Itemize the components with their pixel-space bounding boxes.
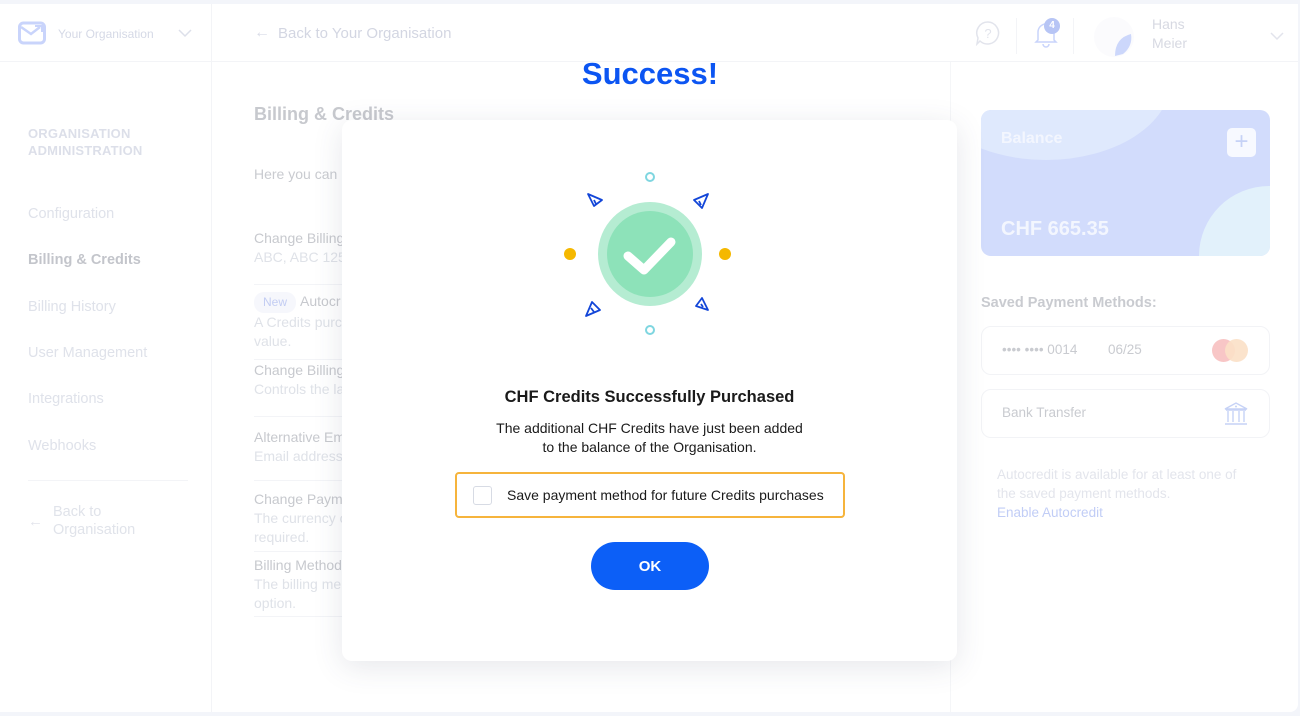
setting-title: Autocr bbox=[300, 293, 341, 309]
avatar[interactable] bbox=[1093, 16, 1135, 58]
balance-amount: CHF 665.35 bbox=[1001, 218, 1109, 240]
save-payment-method-option[interactable]: Save payment method for future Credits p… bbox=[455, 472, 845, 518]
sidebar-item-billing-credits[interactable]: Billing & Credits bbox=[28, 252, 141, 268]
arrow-left-icon: ← bbox=[28, 512, 43, 530]
sidebar-back-line: Back to bbox=[53, 504, 102, 520]
notification-badge: 4 bbox=[1044, 18, 1060, 34]
user-first-name[interactable]: Hans bbox=[1152, 16, 1185, 32]
help-icon[interactable]: ? bbox=[975, 20, 1001, 46]
success-check-illustration bbox=[564, 172, 731, 335]
decor-dot bbox=[564, 248, 576, 260]
paper-plane-icon bbox=[695, 297, 709, 311]
paper-plane-icon bbox=[587, 193, 603, 207]
autocredit-info: Autocredit is available for at least one… bbox=[997, 465, 1257, 522]
decor-ring bbox=[645, 325, 655, 335]
decor-circle bbox=[1199, 186, 1270, 256]
sidebar-separator bbox=[28, 480, 188, 481]
new-badge: New bbox=[254, 292, 297, 313]
enable-autocredit-link[interactable]: Enable Autocredit bbox=[997, 505, 1103, 520]
sidebar-heading: ORGANISATION ADMINISTRATION bbox=[28, 125, 143, 159]
sidebar-back-to-organisation[interactable]: ← Back to Organisation bbox=[28, 503, 135, 539]
sidebar-item-user-management[interactable]: User Management bbox=[28, 345, 147, 361]
ok-button[interactable]: OK bbox=[591, 542, 709, 590]
decor-ring bbox=[645, 172, 655, 182]
decor-dot bbox=[719, 248, 731, 260]
separator bbox=[1073, 18, 1074, 54]
card-number: •••• •••• 0014 bbox=[1002, 342, 1078, 357]
payment-method-bank-transfer[interactable]: Bank Transfer bbox=[981, 389, 1270, 438]
svg-text:?: ? bbox=[984, 26, 991, 41]
user-last-name[interactable]: Meier bbox=[1152, 35, 1187, 51]
modal-description: The additional CHF Credits have just bee… bbox=[342, 419, 957, 457]
save-payment-method-checkbox[interactable] bbox=[473, 485, 492, 505]
balance-card: Balance CHF 665.35 + bbox=[981, 110, 1270, 256]
back-link-label: Back to Your Organisation bbox=[278, 24, 452, 42]
payment-method-card[interactable]: •••• •••• 0014 06/25 bbox=[981, 326, 1270, 375]
chevron-down-icon[interactable] bbox=[178, 28, 192, 38]
success-modal: CHF Credits Successfully Purchased The a… bbox=[342, 120, 957, 661]
card-expiry: 06/25 bbox=[1108, 342, 1142, 357]
mastercard-icon bbox=[1212, 339, 1252, 363]
org-name[interactable]: Your Organisation bbox=[58, 27, 154, 41]
save-payment-method-label[interactable]: Save payment method for future Credits p… bbox=[507, 487, 824, 503]
mail-logo-icon[interactable] bbox=[18, 21, 46, 45]
autocredit-info-text: Autocredit is available for at least one… bbox=[997, 467, 1237, 501]
bank-icon bbox=[1224, 402, 1248, 425]
separator bbox=[1016, 18, 1017, 54]
sidebar-item-webhooks[interactable]: Webhooks bbox=[28, 438, 96, 454]
sidebar-item-configuration[interactable]: Configuration bbox=[28, 206, 114, 222]
modal-description-line: The additional CHF Credits have just bee… bbox=[496, 420, 803, 436]
sidebar-item-billing-history[interactable]: Billing History bbox=[28, 299, 116, 315]
paper-plane-icon bbox=[585, 301, 601, 317]
chevron-down-icon[interactable] bbox=[1270, 31, 1284, 41]
paper-plane-icon bbox=[693, 193, 709, 209]
modal-description-line: to the balance of the Organisation. bbox=[542, 439, 757, 455]
back-to-organisation-link[interactable]: ← Back to Your Organisation bbox=[254, 24, 451, 42]
sidebar-back-label: Back to Organisation bbox=[53, 503, 135, 539]
bank-transfer-label: Bank Transfer bbox=[1002, 405, 1087, 420]
page-intro: Here you can m bbox=[254, 166, 353, 182]
sidebar-item-integrations[interactable]: Integrations bbox=[28, 391, 104, 407]
modal-title: CHF Credits Successfully Purchased bbox=[504, 388, 795, 406]
saved-payment-methods-title: Saved Payment Methods: bbox=[981, 295, 1157, 311]
inner-circle bbox=[607, 211, 693, 297]
sidebar-back-line: Organisation bbox=[53, 522, 136, 538]
sidebar-heading-line: ADMINISTRATION bbox=[28, 143, 143, 158]
balance-label: Balance bbox=[1001, 130, 1063, 147]
add-credits-button[interactable]: + bbox=[1227, 128, 1256, 157]
arrow-left-icon: ← bbox=[254, 24, 270, 41]
sidebar-divider bbox=[211, 4, 212, 712]
sidebar-heading-line: ORGANISATION bbox=[28, 126, 131, 141]
